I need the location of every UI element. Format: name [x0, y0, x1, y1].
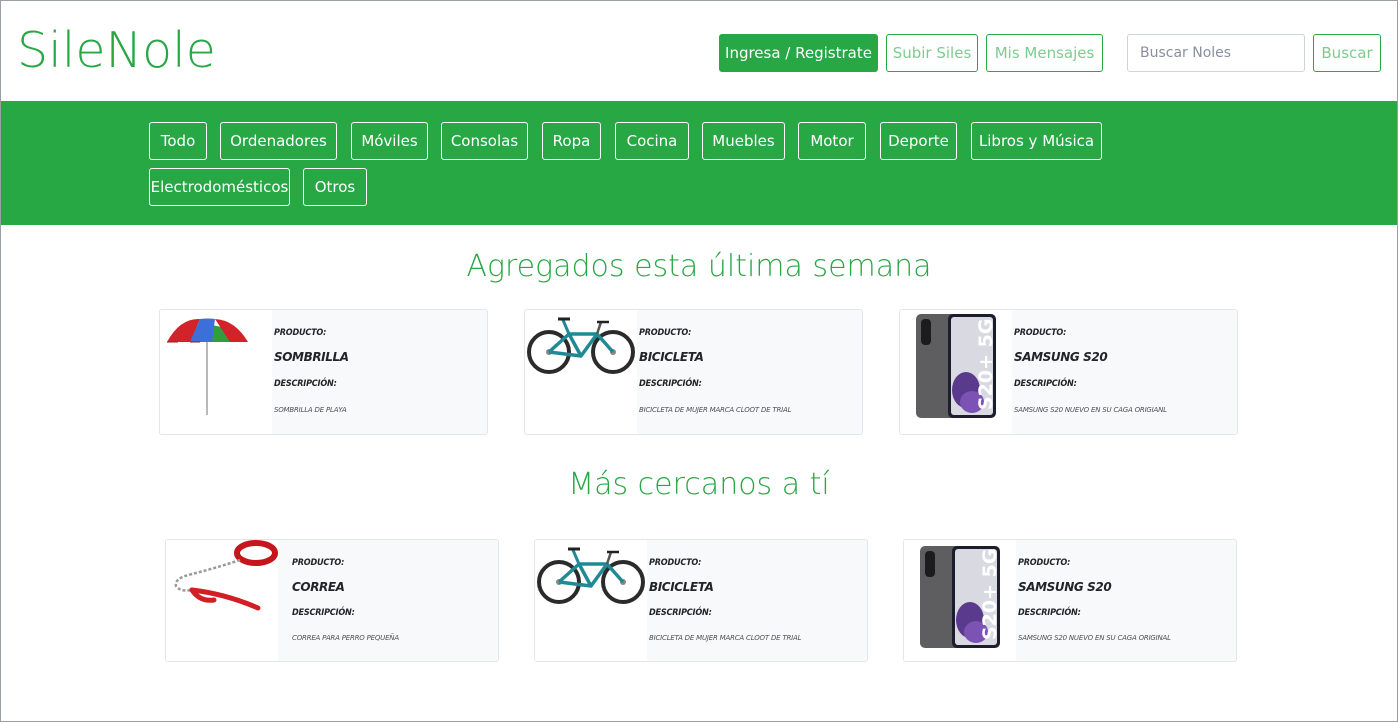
messages-button[interactable]: Mis Mensajes	[986, 34, 1103, 72]
product-label: PRODUCTO:	[292, 558, 345, 568]
product-description: SOMBRILLA DE PLAYA	[274, 406, 347, 414]
category-muebles[interactable]: Muebles	[702, 122, 785, 160]
header: SileNole Ingresa / Registrate Subir Sile…	[1, 1, 1397, 101]
phone-icon: S20+ 5G	[920, 546, 1001, 648]
category-libros-musica[interactable]: Libros y Música	[971, 122, 1102, 160]
description-label: DESCRIPCIÓN:	[649, 608, 712, 618]
phone-badge: S20+ 5G	[979, 549, 1001, 640]
product-label: PRODUCTO:	[649, 558, 702, 568]
bicycle-icon	[527, 317, 635, 374]
product-label: PRODUCTO:	[1018, 558, 1071, 568]
product-card[interactable]: PRODUCTO: BICICLETA DESCRIPCIÓN: BICICLE…	[524, 309, 863, 435]
bicycle-icon	[537, 547, 645, 604]
product-card[interactable]: PRODUCTO: SOMBRILLA DESCRIPCIÓN: SOMBRIL…	[159, 309, 488, 435]
description-label: DESCRIPCIÓN:	[1018, 608, 1081, 618]
category-deporte[interactable]: Deporte	[880, 122, 957, 160]
category-otros[interactable]: Otros	[303, 168, 367, 206]
product-label: PRODUCTO:	[639, 328, 692, 338]
product-name: SOMBRILLA	[274, 350, 349, 364]
product-card[interactable]: S20+ 5G PRODUCTO: SAMSUNG S20 DESCRIPCIÓ…	[899, 309, 1238, 435]
description-label: DESCRIPCIÓN:	[292, 608, 355, 618]
leash-icon	[174, 540, 278, 611]
product-card[interactable]: PRODUCTO: CORREA DESCRIPCIÓN: CORREA PAR…	[165, 539, 499, 662]
product-description: BICICLETA DE MUJER MARCA CLOOT DE TRIAL	[639, 406, 792, 414]
product-name: CORREA	[292, 580, 345, 594]
umbrella-icon	[167, 318, 248, 415]
section-title-recent: Agregados esta última semana	[466, 249, 932, 284]
product-name: SAMSUNG S20	[1018, 580, 1112, 594]
product-description: SAMSUNG S20 NUEVO EN SU CAGA ORIGINAL	[1018, 634, 1171, 642]
category-motor[interactable]: Motor	[798, 122, 866, 160]
category-cocina[interactable]: Cocina	[615, 122, 689, 160]
section-title-nearby: Más cercanos a tí	[568, 467, 830, 502]
product-label: PRODUCTO:	[274, 328, 327, 338]
category-electrodomesticos[interactable]: Electrodomésticos	[149, 168, 290, 206]
category-todo[interactable]: Todo	[149, 122, 207, 160]
brand-logo[interactable]: SileNole	[17, 21, 216, 81]
product-image[interactable]	[160, 310, 272, 434]
category-ordenadores[interactable]: Ordenadores	[220, 122, 337, 160]
description-label: DESCRIPCIÓN:	[1014, 379, 1077, 389]
phone-badge: S20+ 5G	[975, 319, 997, 410]
product-card[interactable]: PRODUCTO: BICICLETA DESCRIPCIÓN: BICICLE…	[534, 539, 868, 662]
category-bar: Todo Ordenadores Móviles Consolas Ropa C…	[1, 101, 1397, 225]
product-label: PRODUCTO:	[1014, 328, 1067, 338]
upload-button[interactable]: Subir Siles	[886, 34, 978, 72]
product-description: SAMSUNG S20 NUEVO EN SU CAGA ORIGIANL	[1014, 406, 1167, 414]
product-image[interactable]: S20+ 5G	[900, 310, 1012, 434]
category-consolas[interactable]: Consolas	[441, 122, 528, 160]
login-register-button[interactable]: Ingresa / Registrate	[719, 34, 878, 72]
product-name: BICICLETA	[639, 350, 704, 364]
product-image[interactable]: S20+ 5G	[904, 540, 1016, 661]
product-image[interactable]	[166, 540, 278, 661]
product-image[interactable]	[525, 310, 637, 434]
product-card[interactable]: S20+ 5G PRODUCTO: SAMSUNG S20 DESCRIPCIÓ…	[903, 539, 1237, 662]
description-label: DESCRIPCIÓN:	[274, 379, 337, 389]
product-description: CORREA PARA PERRO PEQUEÑA	[292, 634, 399, 642]
search-button[interactable]: Buscar	[1313, 34, 1381, 72]
search-input[interactable]	[1127, 34, 1305, 72]
product-image[interactable]	[535, 540, 647, 661]
description-label: DESCRIPCIÓN:	[639, 379, 702, 389]
phone-icon: S20+ 5G	[916, 314, 997, 418]
category-ropa[interactable]: Ropa	[542, 122, 601, 160]
product-description: BICICLETA DE MUJER MARCA CLOOT DE TRIAL	[649, 634, 802, 642]
product-name: BICICLETA	[649, 580, 714, 594]
category-moviles[interactable]: Móviles	[351, 122, 428, 160]
product-name: SAMSUNG S20	[1014, 350, 1108, 364]
